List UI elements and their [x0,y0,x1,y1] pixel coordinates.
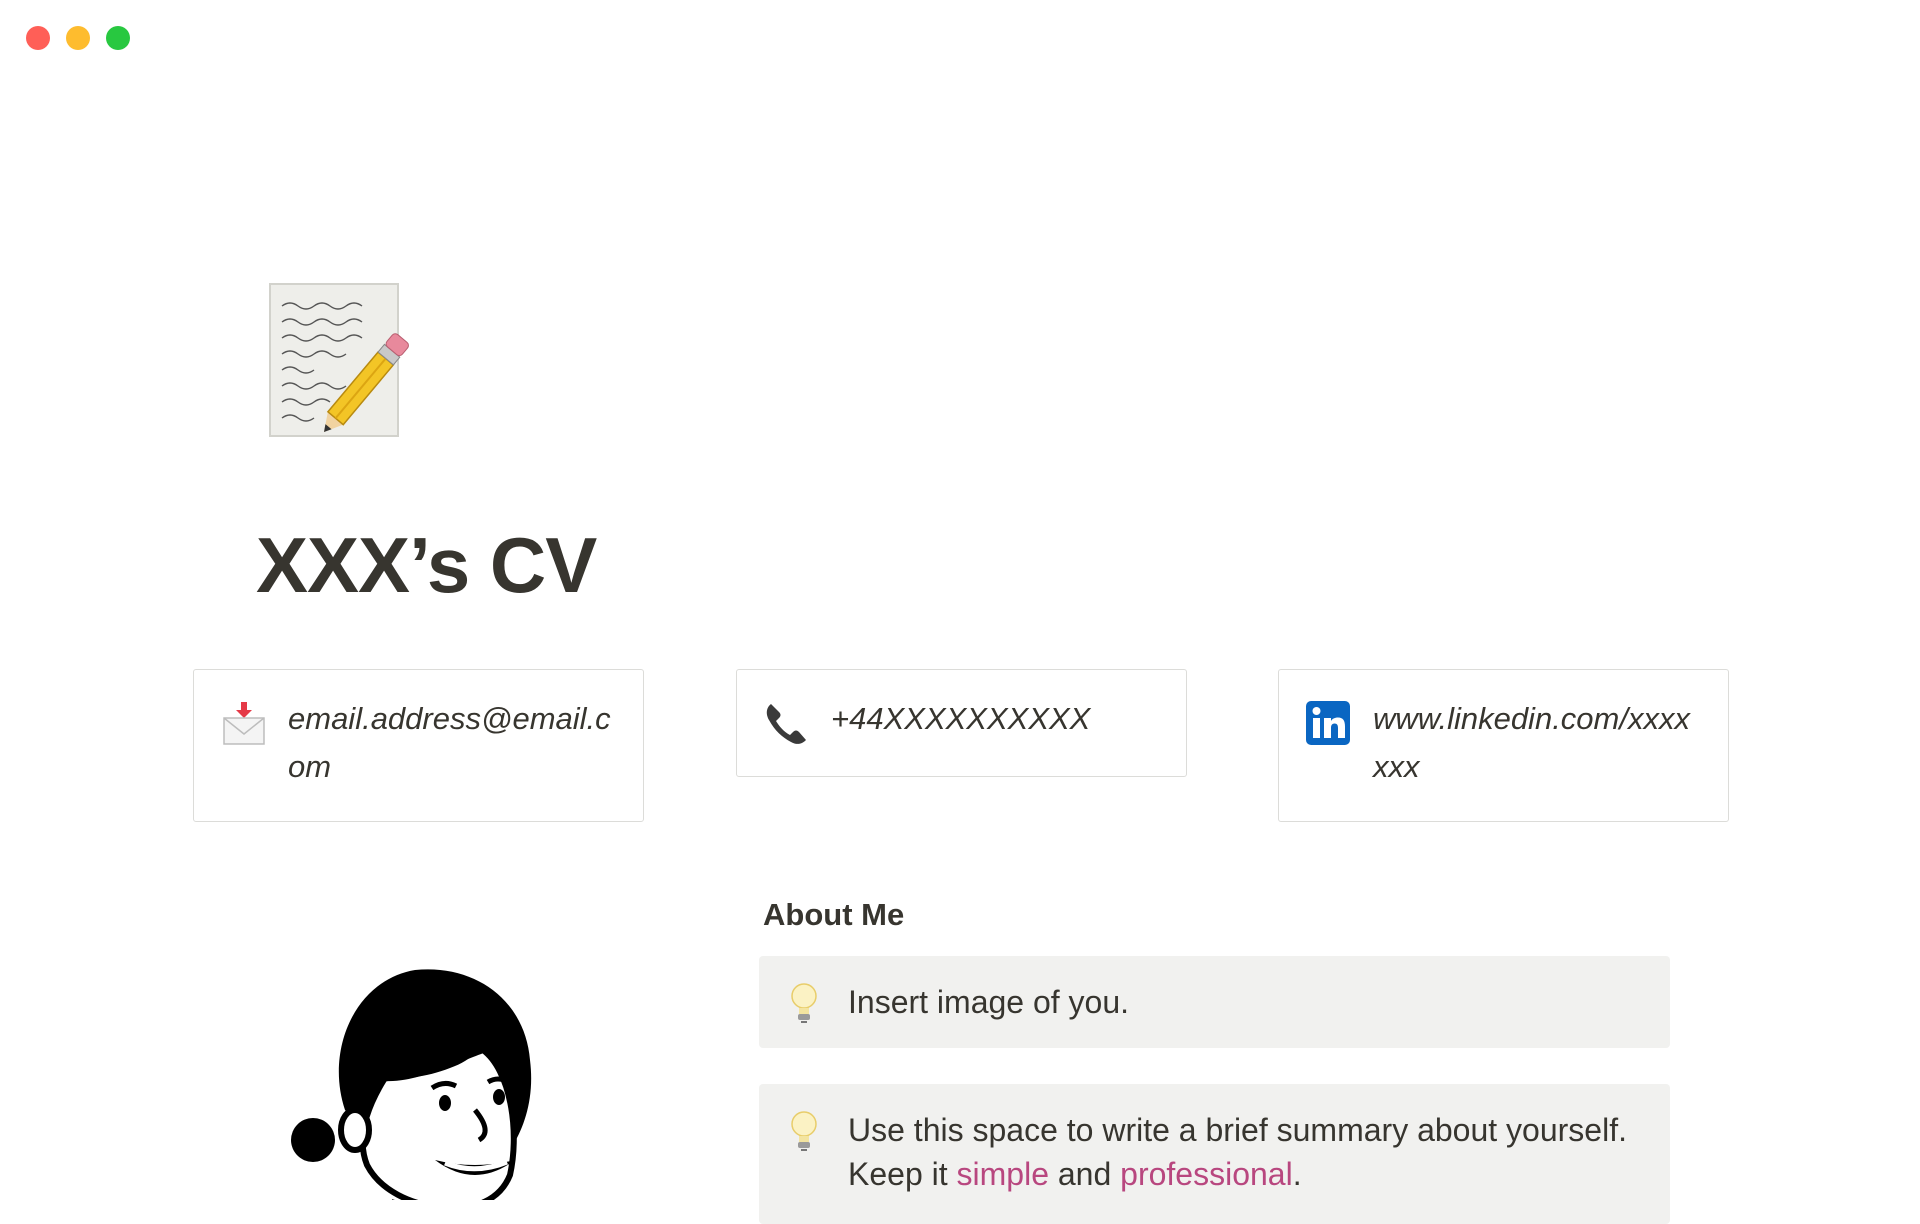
phone-text: +44XXXXXXXXXX [831,701,1091,736]
callout-text: Use this space to write a brief summary … [848,1108,1640,1196]
summary-text-middle: and [1048,1156,1121,1192]
email-card[interactable]: email.address@email.com [193,669,644,822]
about-me-heading[interactable]: About Me [763,897,904,933]
linkedin-text: www.linkedin.com/xxxxxxx [1373,701,1690,784]
envelope-arrow-icon [220,700,270,746]
phone-card[interactable]: +44XXXXXXXXXX [736,669,1187,777]
callout-insert-image[interactable]: Insert image of you. [759,956,1670,1048]
page-title[interactable]: XXX’s CV [256,520,597,611]
window-controls [26,26,130,50]
callout-summary[interactable]: Use this space to write a brief summary … [759,1084,1670,1224]
email-text: email.address@email.com [288,701,611,784]
simple-highlight[interactable]: simple [957,1156,1049,1192]
light-bulb-icon [789,1110,819,1152]
summary-text-end: . [1292,1156,1302,1192]
minimize-window-button[interactable] [66,26,90,50]
telephone-receiver-icon [763,700,813,746]
callout-text: Insert image of you. [848,984,1130,1020]
professional-highlight[interactable]: professional [1120,1156,1293,1192]
maximize-window-button[interactable] [106,26,130,50]
person-illustration[interactable] [285,960,545,1221]
light-bulb-icon [789,982,819,1024]
close-window-button[interactable] [26,26,50,50]
linkedin-icon [1305,700,1355,746]
linkedin-card[interactable]: www.linkedin.com/xxxxxxx [1278,669,1729,822]
memo-pencil-icon[interactable] [268,282,418,447]
